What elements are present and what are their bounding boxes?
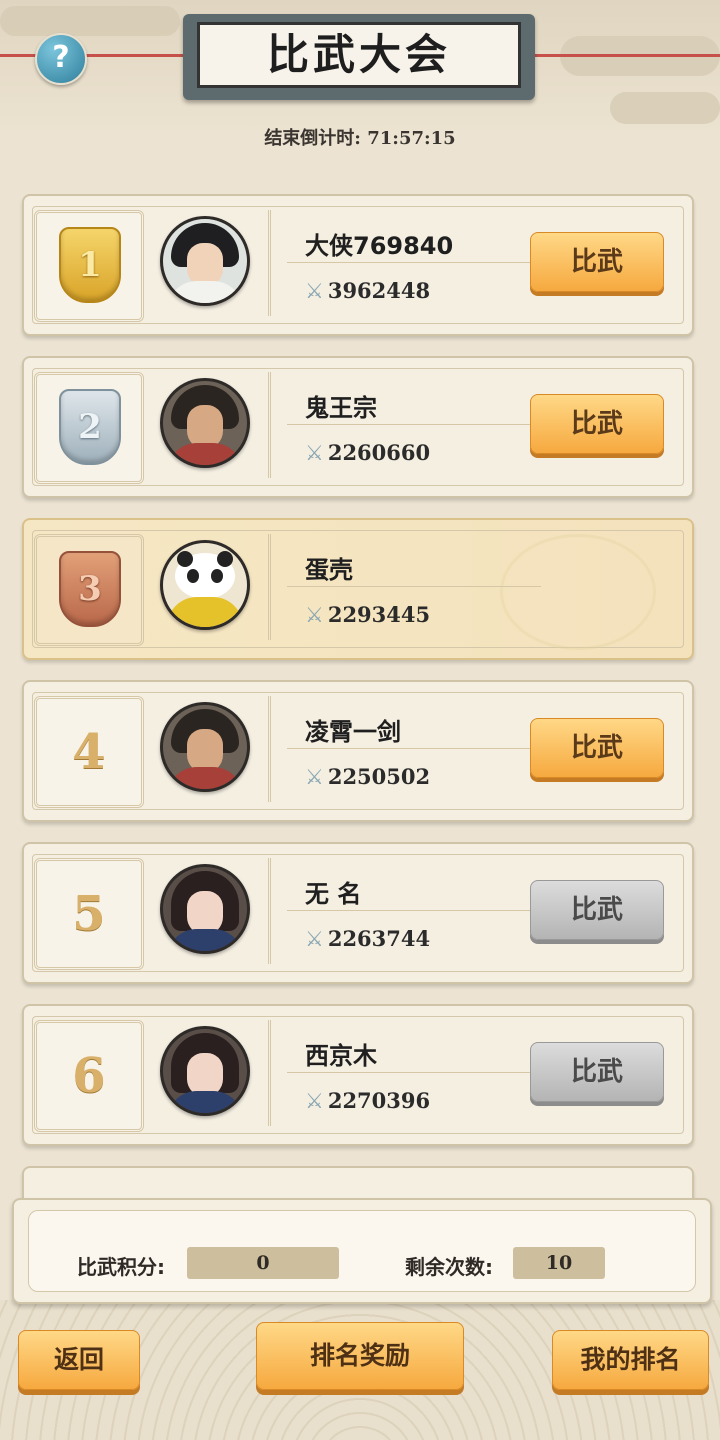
player-info: 大侠769840 ⚔ 3962448 — [268, 210, 541, 316]
player-name: 凌霄一剑 — [305, 718, 401, 746]
panda-eye — [187, 569, 199, 583]
leaderboard-row: 1 大侠769840 ⚔ 3962448 比武 — [22, 194, 694, 336]
rank-rewards-button[interactable]: 排名奖励 — [256, 1322, 464, 1390]
player-avatar[interactable] — [160, 378, 250, 468]
crossed-swords-icon: ⚔ — [305, 927, 324, 951]
leaderboard-row: 5 无 名 ⚔ 2263744 比武 — [22, 842, 694, 984]
remaining-label: 剩余次数: — [405, 1255, 493, 1279]
score-panel-inner: 比武积分: 0 剩余次数: 10 — [28, 1210, 696, 1292]
player-info: 蛋壳 ⚔ 2293445 — [268, 534, 541, 640]
challenge-button[interactable]: 比武 — [530, 394, 664, 454]
avatar-clothes — [167, 443, 243, 465]
player-info: 西京木 ⚔ 2270396 — [268, 1020, 541, 1126]
points-label: 比武积分: — [77, 1255, 165, 1279]
leaderboard-row-self: 3 蛋壳 ⚔ 2293445 — [22, 518, 694, 660]
leaderboard-row: 6 西京木 ⚔ 2270396 比武 — [22, 1004, 694, 1146]
player-name: 蛋壳 — [305, 556, 353, 584]
avatar-clothes — [167, 1091, 243, 1113]
challenge-button[interactable]: 比武 — [530, 718, 664, 778]
avatar-clothes — [167, 281, 243, 303]
crossed-swords-icon: ⚔ — [305, 603, 324, 627]
remaining-value: 10 — [513, 1247, 605, 1279]
crossed-swords-icon: ⚔ — [305, 765, 324, 789]
rank-box: 6 — [34, 1020, 144, 1132]
crossed-swords-icon: ⚔ — [305, 279, 324, 303]
divider — [287, 910, 541, 911]
divider — [287, 748, 541, 749]
panda-ear — [177, 551, 193, 567]
avatar-scarf — [167, 597, 243, 627]
rank-box: 4 — [34, 696, 144, 808]
rank-box: 2 — [34, 372, 144, 484]
player-power: ⚔ 2260660 — [305, 440, 430, 465]
player-power: ⚔ 2270396 — [305, 1088, 430, 1113]
leaderboard-row: 2 鬼王宗 ⚔ 2260660 比武 — [22, 356, 694, 498]
silver-medal-icon: 2 — [59, 389, 121, 465]
player-power: ⚔ 3962448 — [305, 278, 430, 303]
panda-eye — [211, 569, 223, 583]
divider — [287, 586, 541, 587]
power-value: 2260660 — [327, 440, 431, 465]
player-name: 鬼王宗 — [305, 394, 377, 422]
crossed-swords-icon: ⚔ — [305, 441, 324, 465]
avatar-clothes — [167, 767, 243, 789]
player-power: ⚔ 2263744 — [305, 926, 430, 951]
player-name: 西京木 — [305, 1042, 377, 1070]
player-avatar[interactable] — [160, 1026, 250, 1116]
player-avatar[interactable] — [160, 540, 250, 630]
divider — [287, 262, 541, 263]
rank-number: 4 — [72, 724, 106, 780]
divider — [287, 424, 541, 425]
leaderboard-row: 4 凌霄一剑 ⚔ 2250502 比武 — [22, 680, 694, 822]
player-name: 大侠769840 — [305, 232, 454, 260]
player-avatar[interactable] — [160, 216, 250, 306]
challenge-button[interactable]: 比武 — [530, 232, 664, 292]
bronze-medal-icon: 3 — [59, 551, 121, 627]
player-power: ⚔ 2250502 — [305, 764, 430, 789]
rank-box: 3 — [34, 534, 144, 646]
gold-medal-icon: 1 — [59, 227, 121, 303]
challenge-button-disabled[interactable]: 比武 — [530, 1042, 664, 1102]
player-info: 凌霄一剑 ⚔ 2250502 — [268, 696, 541, 802]
power-value: 2270396 — [327, 1088, 431, 1113]
challenge-button-disabled[interactable]: 比武 — [530, 880, 664, 940]
power-value: 2250502 — [327, 764, 431, 789]
rank-number: 5 — [72, 886, 106, 942]
panda-ear — [217, 551, 233, 567]
player-info: 无 名 ⚔ 2263744 — [268, 858, 541, 964]
divider — [287, 1072, 541, 1073]
points-value: 0 — [187, 1247, 339, 1279]
rank-box: 5 — [34, 858, 144, 970]
player-info: 鬼王宗 ⚔ 2260660 — [268, 372, 541, 478]
score-panel: 比武积分: 0 剩余次数: 10 — [12, 1198, 712, 1304]
power-value: 2263744 — [327, 926, 431, 951]
rank-box: 1 — [34, 210, 144, 322]
my-rank-button[interactable]: 我的排名 — [552, 1330, 709, 1390]
power-value: 2293445 — [327, 602, 431, 627]
rank-number: 6 — [72, 1048, 106, 1104]
player-avatar[interactable] — [160, 702, 250, 792]
player-avatar[interactable] — [160, 864, 250, 954]
crossed-swords-icon: ⚔ — [305, 1089, 324, 1113]
player-name: 无 名 — [305, 880, 362, 908]
power-value: 3962448 — [327, 278, 431, 303]
player-power: ⚔ 2293445 — [305, 602, 430, 627]
avatar-clothes — [167, 929, 243, 951]
back-button[interactable]: 返回 — [18, 1330, 140, 1390]
